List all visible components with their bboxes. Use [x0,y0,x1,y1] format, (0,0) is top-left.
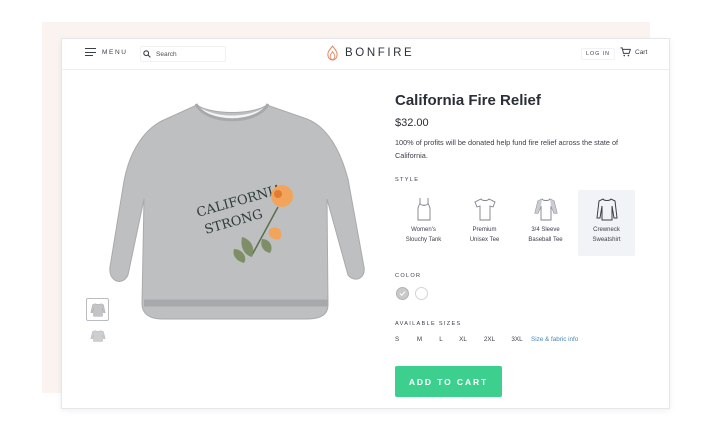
product-price: $32.00 [395,117,429,129]
color-swatch-white[interactable] [415,287,428,300]
size-l[interactable]: L [430,336,452,343]
cart-icon [620,47,631,57]
style-option-baseball-tee[interactable]: 3/4 Sleeve Baseball Tee [517,190,574,256]
style-option-label: Women's Slouchy Tank [405,227,442,243]
style-option-premium-unisex-tee[interactable]: Premium Unisex Tee [456,190,513,256]
site-header: MENU BONFIRE LOG IN Cart [62,39,669,70]
search-box[interactable] [140,46,226,62]
brand-name: BONFIRE [345,47,415,59]
product-title: California Fire Relief [395,92,541,109]
menu-label: MENU [102,48,128,56]
cart-label: Cart [635,48,648,56]
sweatshirt-thumbnail-icon [90,302,105,317]
tank-icon [417,198,430,221]
size-s[interactable]: S [395,336,409,343]
flame-logo-icon [327,45,338,61]
size-xl[interactable]: XL [452,336,474,343]
hamburger-icon [85,48,96,57]
size-2xl[interactable]: 2XL [474,336,505,343]
style-option-crewneck-sweatshirt[interactable]: Crewneck Sweatshirt [578,190,635,256]
size-m[interactable]: M [409,336,430,343]
sweatshirt-back-thumbnail-icon [90,329,105,342]
style-option-label: 3/4 Sleeve Baseball Tee [528,227,563,243]
tshirt-icon [473,198,496,221]
cart-button[interactable]: Cart [620,47,647,57]
menu-button[interactable]: MENU [85,48,128,57]
login-button[interactable]: LOG IN [581,48,615,60]
thumbnail-front[interactable] [86,298,109,321]
store-window: MENU BONFIRE LOG IN Cart CALIFORNIA [61,38,670,409]
color-swatch-gray[interactable] [396,287,409,300]
style-label: STYLE [395,177,420,183]
product-description: 100% of profits will be donated help fun… [395,138,619,160]
add-to-cart-button[interactable]: ADD TO CART [395,366,502,397]
size-list: S M L XL 2XL 3XL Size & fabric info [395,336,578,343]
color-label: COLOR [395,273,422,279]
baseball-tee-icon [533,198,558,221]
brand-logo[interactable]: BONFIRE [326,45,414,61]
search-input[interactable] [156,50,216,58]
thumbnail-back[interactable] [86,324,109,347]
style-option-label: Crewneck Sweatshirt [592,227,621,243]
style-option-label: Premium Unisex Tee [469,227,500,243]
sizes-label: AVAILABLE SIZES [395,321,462,327]
search-icon [143,50,151,58]
size-guide-link[interactable]: Size & fabric info [531,336,578,343]
product-image: CALIFORNIA STRONG [109,103,365,320]
size-3xl[interactable]: 3XL [505,336,529,343]
sweatshirt-icon [595,198,618,221]
check-icon [399,291,406,296]
style-option-womens-slouchy-tank[interactable]: Women's Slouchy Tank [395,190,452,256]
